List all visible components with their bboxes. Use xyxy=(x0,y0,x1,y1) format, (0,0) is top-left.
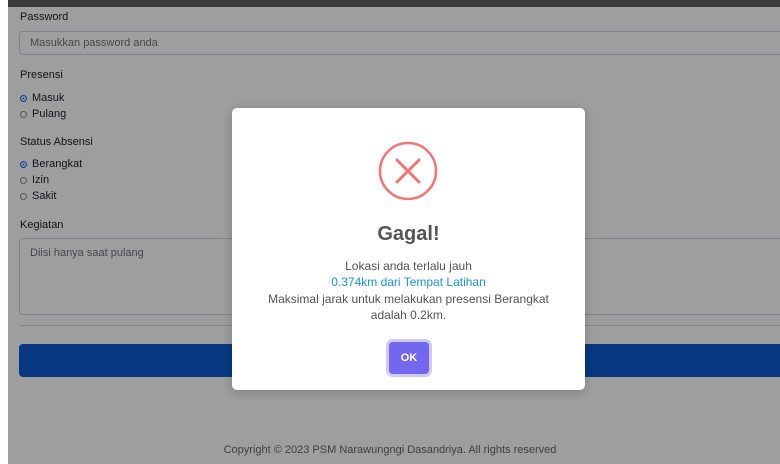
dialog-distance-text: 0.374km dari Tempat Latihan xyxy=(331,275,486,289)
dialog-message-line: Lokasi anda terlalu jauh xyxy=(345,259,472,273)
dialog-message-line: adalah 0.2km. xyxy=(370,308,447,322)
left-edge xyxy=(0,0,8,464)
ok-button[interactable]: OK xyxy=(389,342,429,374)
error-x-icon xyxy=(378,141,438,201)
dialog-message-line: Maksimal jarak untuk melakukan presensi … xyxy=(268,292,549,306)
error-dialog: Gagal! Lokasi anda terlalu jauh 0.374km … xyxy=(232,108,585,390)
window-top-edge xyxy=(0,0,780,7)
dialog-title: Gagal! xyxy=(377,223,440,245)
